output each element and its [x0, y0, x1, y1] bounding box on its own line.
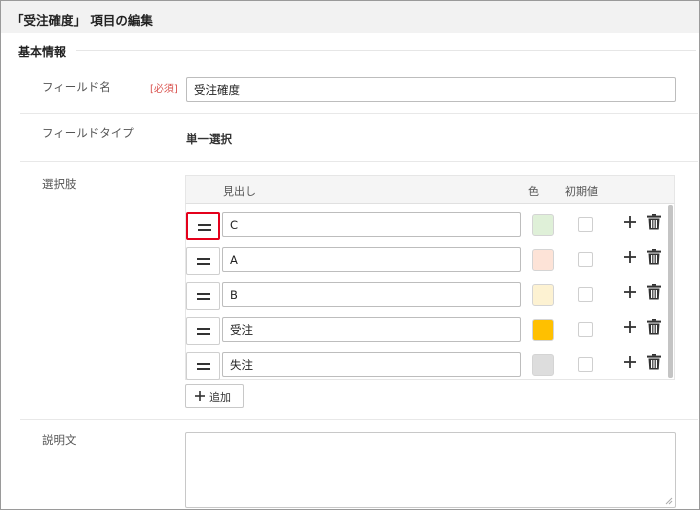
- field-name-input[interactable]: [186, 77, 676, 102]
- choices-label: 選択肢: [42, 177, 77, 191]
- trash-icon[interactable]: [647, 319, 661, 335]
- drag-handle-icon[interactable]: [186, 352, 220, 380]
- drag-handle-icon[interactable]: [186, 282, 220, 310]
- color-swatch[interactable]: [532, 249, 554, 271]
- choice-label-input[interactable]: [222, 352, 521, 377]
- default-checkbox[interactable]: [578, 322, 593, 337]
- choices-table-header: 見出し 色 初期値: [185, 175, 675, 203]
- default-checkbox[interactable]: [578, 287, 593, 302]
- dialog-title: 「受注確度」 項目の編集: [11, 13, 153, 28]
- field-name-label: フィールド名: [42, 80, 111, 94]
- color-swatch[interactable]: [532, 214, 554, 236]
- plus-icon[interactable]: [624, 216, 636, 228]
- choice-label-input[interactable]: [222, 212, 521, 237]
- description-label: 説明文: [42, 433, 77, 447]
- plus-icon[interactable]: [624, 286, 636, 298]
- trash-icon[interactable]: [647, 354, 661, 370]
- plus-icon[interactable]: [624, 321, 636, 333]
- column-heading: 見出し: [223, 185, 256, 198]
- plus-icon[interactable]: [624, 356, 636, 368]
- trash-icon[interactable]: [647, 214, 661, 230]
- trash-icon[interactable]: [647, 284, 661, 300]
- column-color: 色: [528, 185, 539, 198]
- choice-row: [186, 205, 668, 240]
- plus-icon[interactable]: [624, 251, 636, 263]
- choice-row: [186, 275, 668, 310]
- required-badge: [必須]: [150, 84, 178, 95]
- drag-handle-icon[interactable]: [186, 247, 220, 275]
- add-choice-button[interactable]: 追加: [185, 384, 244, 408]
- field-type-label: フィールドタイプ: [42, 126, 134, 140]
- description-textarea[interactable]: [185, 432, 676, 508]
- choices-scrollbar[interactable]: [668, 205, 673, 378]
- divider: [20, 419, 698, 420]
- choice-label-input[interactable]: [222, 247, 521, 272]
- color-swatch[interactable]: [532, 319, 554, 341]
- section-divider: [76, 50, 696, 51]
- choice-row: [186, 345, 668, 380]
- add-choice-label: 追加: [209, 391, 231, 404]
- drag-handle-icon[interactable]: [186, 317, 220, 345]
- default-checkbox[interactable]: [578, 357, 593, 372]
- default-checkbox[interactable]: [578, 217, 593, 232]
- resize-grip-icon[interactable]: [665, 497, 673, 505]
- color-swatch[interactable]: [532, 284, 554, 306]
- default-checkbox[interactable]: [578, 252, 593, 267]
- color-swatch[interactable]: [532, 354, 554, 376]
- plus-icon: [195, 391, 205, 401]
- divider: [20, 113, 698, 114]
- section-title: 基本情報: [18, 45, 67, 59]
- field-type-value: 単一選択: [186, 132, 232, 146]
- divider: [20, 161, 698, 162]
- column-default: 初期値: [565, 185, 598, 198]
- choice-row: [186, 310, 668, 345]
- choice-row: [186, 240, 668, 275]
- dialog-header: 「受注確度」 項目の編集: [1, 1, 699, 33]
- trash-icon[interactable]: [647, 249, 661, 265]
- choice-label-input[interactable]: [222, 317, 521, 342]
- choice-label-input[interactable]: [222, 282, 521, 307]
- drag-handle-icon[interactable]: [186, 212, 220, 240]
